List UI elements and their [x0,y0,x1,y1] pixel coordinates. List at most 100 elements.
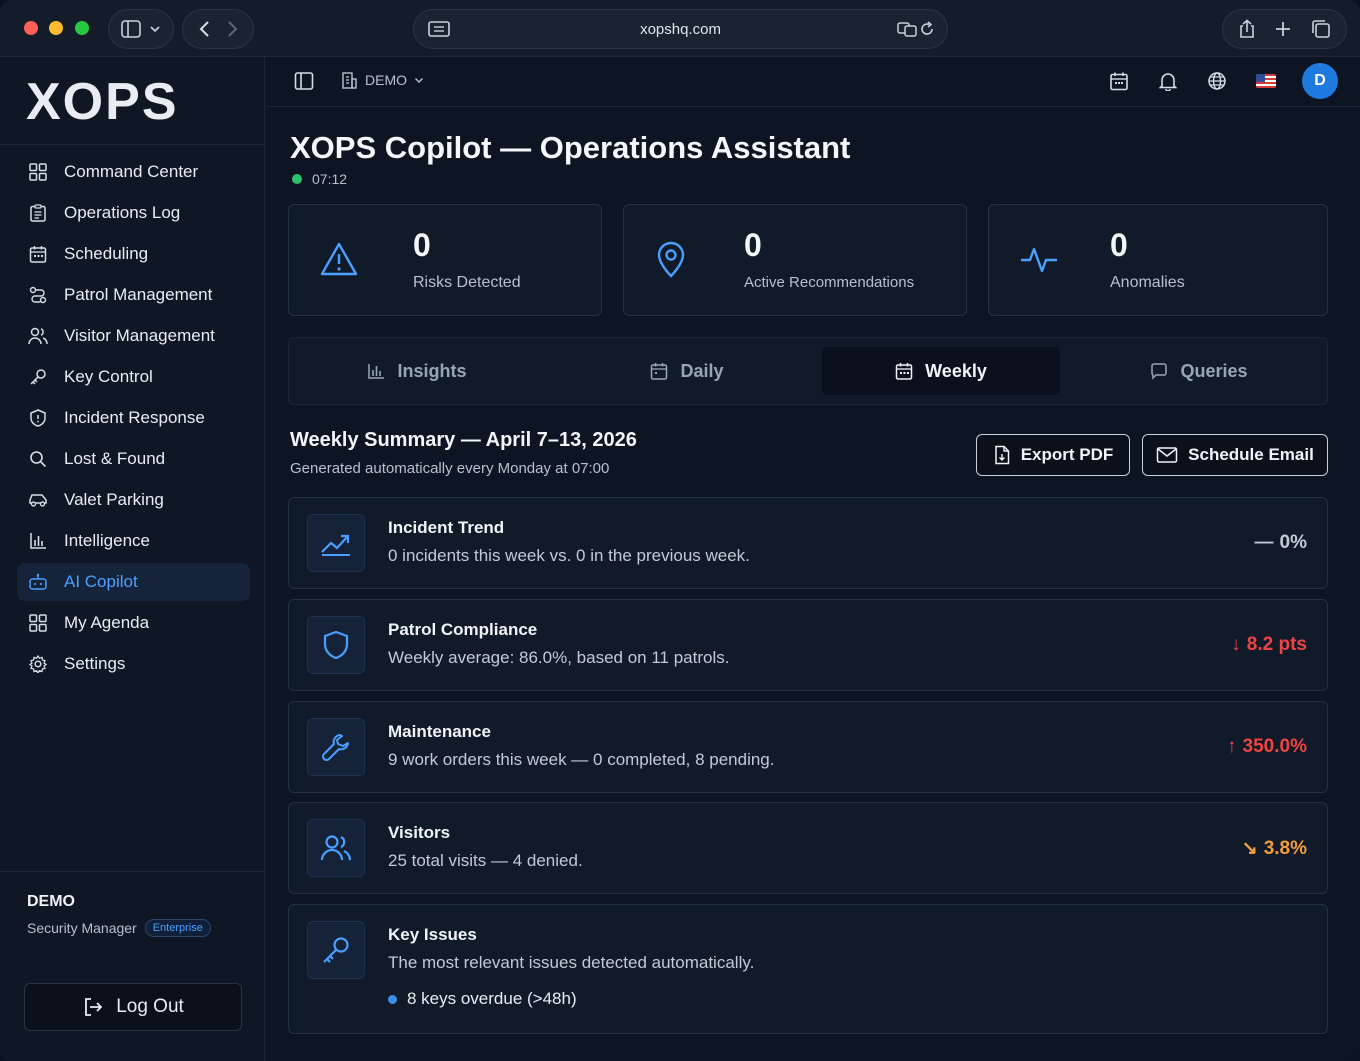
sidebar-item-key-control[interactable]: Key Control [17,358,250,396]
warning-triangle-icon [320,242,358,276]
browser-sidebar-toggle[interactable] [108,9,174,49]
sidebar-item-lost-found[interactable]: Lost & Found [17,440,250,478]
current-time: 07:12 [312,171,348,187]
browser-toolbar: xopshq.com [0,0,1360,57]
shield-icon [307,616,365,674]
logout-button[interactable]: Log Out [24,983,242,1031]
sidebar-item-label: Operations Log [64,203,181,222]
export-pdf-button[interactable]: Export PDF [976,434,1130,476]
sidebar-item-incident-response[interactable]: Incident Response [17,399,250,437]
bar-chart-icon [28,531,48,551]
calendar-icon[interactable] [1106,69,1131,94]
tab-insights[interactable]: Insights [297,347,537,395]
export-pdf-label: Export PDF [1020,445,1114,464]
org-name: DEMO [365,72,407,88]
reader-icon[interactable] [428,20,450,38]
bot-icon [28,572,48,592]
sidebar-item-label: Visitor Management [64,326,215,345]
org-selector[interactable]: DEMO [340,71,424,89]
stat-value: 0 [1110,227,1128,263]
bell-icon[interactable] [1155,69,1180,94]
chevron-down-icon [415,78,423,83]
share-icon[interactable] [1238,19,1256,39]
tab-label: Queries [1180,360,1248,381]
tab-daily[interactable]: Daily [557,347,817,395]
key-icon [307,921,365,979]
key-icon [28,367,48,387]
sidebar-item-command-center[interactable]: Command Center [17,153,250,191]
divider [0,871,265,872]
sidebar-item-settings[interactable]: Settings [17,645,250,683]
user-role: Security Manager [27,920,137,936]
sidebar-item-visitor-management[interactable]: Visitor Management [17,317,250,355]
sidebar-item-label: Incident Response [64,408,205,427]
tab-overview-icon[interactable] [1311,19,1331,39]
minimize-window-button[interactable] [49,21,63,35]
card-title: Maintenance [388,722,491,741]
mail-icon [1156,447,1178,463]
schedule-email-label: Schedule Email [1188,445,1314,464]
browser-actions [1222,9,1347,49]
sidebar-item-label: Scheduling [64,244,149,263]
card-description: 0 incidents this week vs. 0 in the previ… [388,546,750,565]
gear-icon [28,654,48,674]
sidebar-item-patrol-management[interactable]: Patrol Management [17,276,250,314]
sidebar-item-intelligence[interactable]: Intelligence [17,522,250,560]
sidebar-item-label: Key Control [64,367,153,386]
tab-label: Weekly [925,360,987,381]
online-indicator [292,174,302,184]
new-tab-icon[interactable] [1274,20,1292,38]
summary-card-incident-trend: Incident Trend 0 incidents this week vs.… [288,497,1328,589]
chat-icon [1151,363,1168,380]
tab-queries[interactable]: Queries [1079,347,1319,395]
card-change: ↑ 350.0% [1227,736,1307,758]
app-window: xopshq.com XOPS Command Center Operation… [0,0,1360,1061]
sidebar-item-scheduling[interactable]: Scheduling [17,235,250,273]
change-arrow: ↑ [1227,736,1237,757]
schedule-email-button[interactable]: Schedule Email [1142,434,1328,476]
translate-icon[interactable] [897,20,917,38]
avatar[interactable]: D [1302,63,1338,99]
zoom-window-button[interactable] [75,21,89,35]
address-bar[interactable]: xopshq.com [413,9,948,49]
top-bar: DEMO D [266,57,1360,107]
bar-chart-icon [368,364,385,379]
sidebar-icon [121,20,141,38]
copilot-tabs: Insights Daily Weekly Queries [288,337,1328,405]
sidebar-item-label: Valet Parking [64,490,164,509]
sidebar-item-my-agenda[interactable]: My Agenda [17,604,250,642]
shield-icon [28,408,48,428]
stat-card-recommendations: 0 Active Recommendations [623,204,967,316]
change-value: 0% [1279,532,1307,553]
sidebar-item-valet-parking[interactable]: Valet Parking [17,481,250,519]
close-window-button[interactable] [24,21,38,35]
search-icon [28,449,48,469]
back-icon[interactable] [198,20,212,38]
stat-card-anomalies: 0 Anomalies [988,204,1328,316]
card-description: 9 work orders this week — 0 completed, 8… [388,750,775,769]
sidebar-item-label: Intelligence [64,531,151,550]
reload-icon[interactable] [919,20,935,38]
sidebar-item-operations-log[interactable]: Operations Log [17,194,250,232]
summary-card-patrol-compliance: Patrol Compliance Weekly average: 86.0%,… [288,599,1328,691]
route-icon [28,285,48,305]
sidebar: XOPS Command Center Operations Log Sched… [0,57,265,1061]
change-arrow: ↘ [1241,838,1258,859]
forward-icon[interactable] [225,20,239,38]
globe-icon[interactable] [1204,69,1229,94]
main-content: DEMO D XOPS Copilot — Operations Assista… [266,57,1360,1061]
card-change: ↓ 8.2 pts [1231,634,1307,656]
sidebar-item-label: Command Center [64,162,199,181]
map-pin-icon [657,241,685,278]
stat-value: 0 [413,227,431,263]
xops-logo[interactable]: XOPS [26,77,252,123]
tab-weekly[interactable]: Weekly [822,347,1060,395]
change-arrow: — [1254,532,1274,553]
summary-card-visitors: Visitors 25 total visits — 4 denied. ↘ 3.… [288,802,1328,894]
stat-card-risks: 0 Risks Detected [288,204,602,316]
divider [0,144,265,145]
sidebar-item-ai-copilot[interactable]: AI Copilot [17,563,250,601]
card-change: —0% [1255,532,1307,554]
us-flag-icon[interactable] [1253,69,1278,94]
panel-toggle-icon[interactable] [294,71,314,91]
